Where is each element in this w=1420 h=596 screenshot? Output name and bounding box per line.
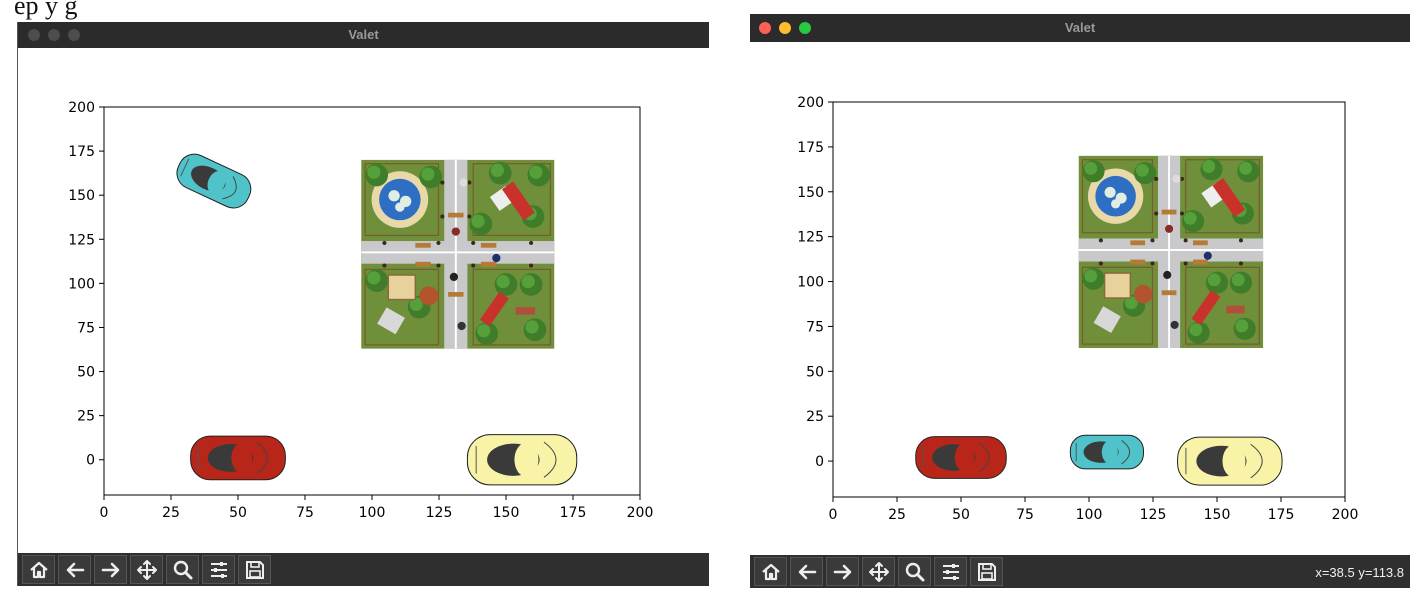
home-icon	[762, 563, 780, 581]
y-tick-label: 25	[77, 409, 95, 425]
y-tick-label: 75	[77, 320, 95, 336]
save-button[interactable]	[970, 557, 1003, 586]
pan-icon	[869, 562, 889, 582]
configure-subplots-button[interactable]	[202, 555, 235, 584]
plot-area[interactable]: 0 25 50 75 100 125 150 175 200 0 25 50 75 100 125 150 17…	[18, 48, 709, 553]
forward-arrow-button[interactable]	[826, 557, 859, 586]
window-title: Valet	[1064, 20, 1096, 35]
configure-subplots-button[interactable]	[934, 557, 967, 586]
y-tick-label: 100	[68, 276, 95, 292]
y-tick-label: 75	[806, 319, 824, 335]
y-tick-label: 0	[815, 454, 824, 470]
y-tick-label: 175	[68, 144, 95, 160]
intro-text: ep y g	[14, 0, 78, 20]
zoom-icon	[905, 562, 925, 582]
zoom-button[interactable]	[799, 22, 811, 34]
x-tick-label: 0	[100, 505, 109, 521]
x-tick-label: 100	[1076, 507, 1103, 523]
red-car	[915, 436, 1007, 479]
close-button[interactable]	[759, 22, 771, 34]
minimize-button[interactable]	[48, 29, 60, 41]
zoom-button[interactable]	[166, 555, 199, 584]
y-tick-label: 125	[68, 232, 95, 248]
y-tick-label: 175	[797, 140, 824, 156]
x-tick-label: 150	[493, 505, 520, 521]
save-icon	[978, 563, 996, 581]
y-tick-label: 100	[797, 275, 824, 291]
cyan-car	[176, 153, 252, 209]
back-arrow-button[interactable]	[790, 557, 823, 586]
y-tick-label: 200	[797, 95, 824, 111]
x-tick-label: 200	[1332, 507, 1359, 523]
home-button[interactable]	[754, 557, 787, 586]
x-tick-label: 75	[296, 505, 314, 521]
x-tick-label: 0	[829, 507, 838, 523]
configure-subplots-icon	[211, 562, 227, 578]
y-tick-label: 200	[68, 100, 95, 116]
window-title: Valet	[348, 27, 379, 42]
x-tick-label: 25	[162, 505, 180, 521]
yellow-car	[466, 434, 578, 486]
forward-arrow-icon	[101, 562, 120, 578]
x-tick-label: 175	[1268, 507, 1295, 523]
back-arrow-icon	[66, 562, 85, 578]
y-tick-label: 50	[77, 365, 95, 381]
save-button[interactable]	[238, 555, 271, 584]
zoom-button[interactable]	[68, 29, 80, 41]
back-arrow-icon	[798, 564, 817, 580]
x-tick-label: 125	[1140, 507, 1167, 523]
x-tick-label: 50	[952, 507, 970, 523]
cursor-coordinates: x=38.5 y=113.8	[1315, 565, 1404, 580]
yellow-car	[1177, 436, 1283, 486]
red-car	[190, 435, 286, 481]
x-tick-label: 100	[359, 505, 386, 521]
navigation-toolbar	[18, 553, 709, 586]
zoom-button[interactable]	[898, 557, 931, 586]
forward-arrow-icon	[833, 564, 852, 580]
close-button[interactable]	[28, 29, 40, 41]
park-image	[361, 159, 555, 349]
home-button[interactable]	[22, 555, 55, 584]
x-tick-label: 150	[1204, 507, 1231, 523]
y-tick-label: 0	[86, 453, 95, 469]
plot-area[interactable]: 0 25 50 75 100 125 150 175 200 0 25 50 75 100 125 150 17…	[750, 42, 1410, 555]
minimize-button[interactable]	[779, 22, 791, 34]
x-tick-label: 25	[888, 507, 906, 523]
valet-window-left: Valet 0 25 50 75 100 125 150 175 200 0 25 50 75 100 12…	[17, 22, 709, 586]
x-tick-label: 200	[627, 505, 654, 521]
y-tick-label: 50	[806, 364, 824, 380]
pan-icon	[137, 560, 157, 580]
y-tick-label: 150	[68, 188, 95, 204]
x-tick-label: 175	[560, 505, 587, 521]
navigation-toolbar: x=38.5 y=113.8	[750, 555, 1410, 588]
forward-arrow-button[interactable]	[94, 555, 127, 584]
pan-button[interactable]	[130, 555, 163, 584]
cyan-car	[1069, 434, 1144, 470]
title-bar[interactable]: Valet	[18, 22, 709, 48]
park-image	[1078, 155, 1264, 348]
pan-button[interactable]	[862, 557, 895, 586]
back-arrow-button[interactable]	[58, 555, 91, 584]
y-tick-label: 25	[806, 409, 824, 425]
save-icon	[246, 561, 264, 579]
title-bar[interactable]: Valet	[750, 14, 1410, 42]
zoom-icon	[173, 560, 193, 580]
y-tick-label: 125	[797, 230, 824, 246]
configure-subplots-icon	[943, 564, 959, 580]
x-tick-label: 75	[1016, 507, 1034, 523]
x-tick-label: 50	[229, 505, 247, 521]
home-icon	[30, 561, 48, 579]
valet-window-right: Valet 0 25 50 75 100 125 150 175 200 0 25 50 75 100 12…	[750, 14, 1410, 588]
x-tick-label: 125	[426, 505, 453, 521]
y-tick-label: 150	[797, 185, 824, 201]
